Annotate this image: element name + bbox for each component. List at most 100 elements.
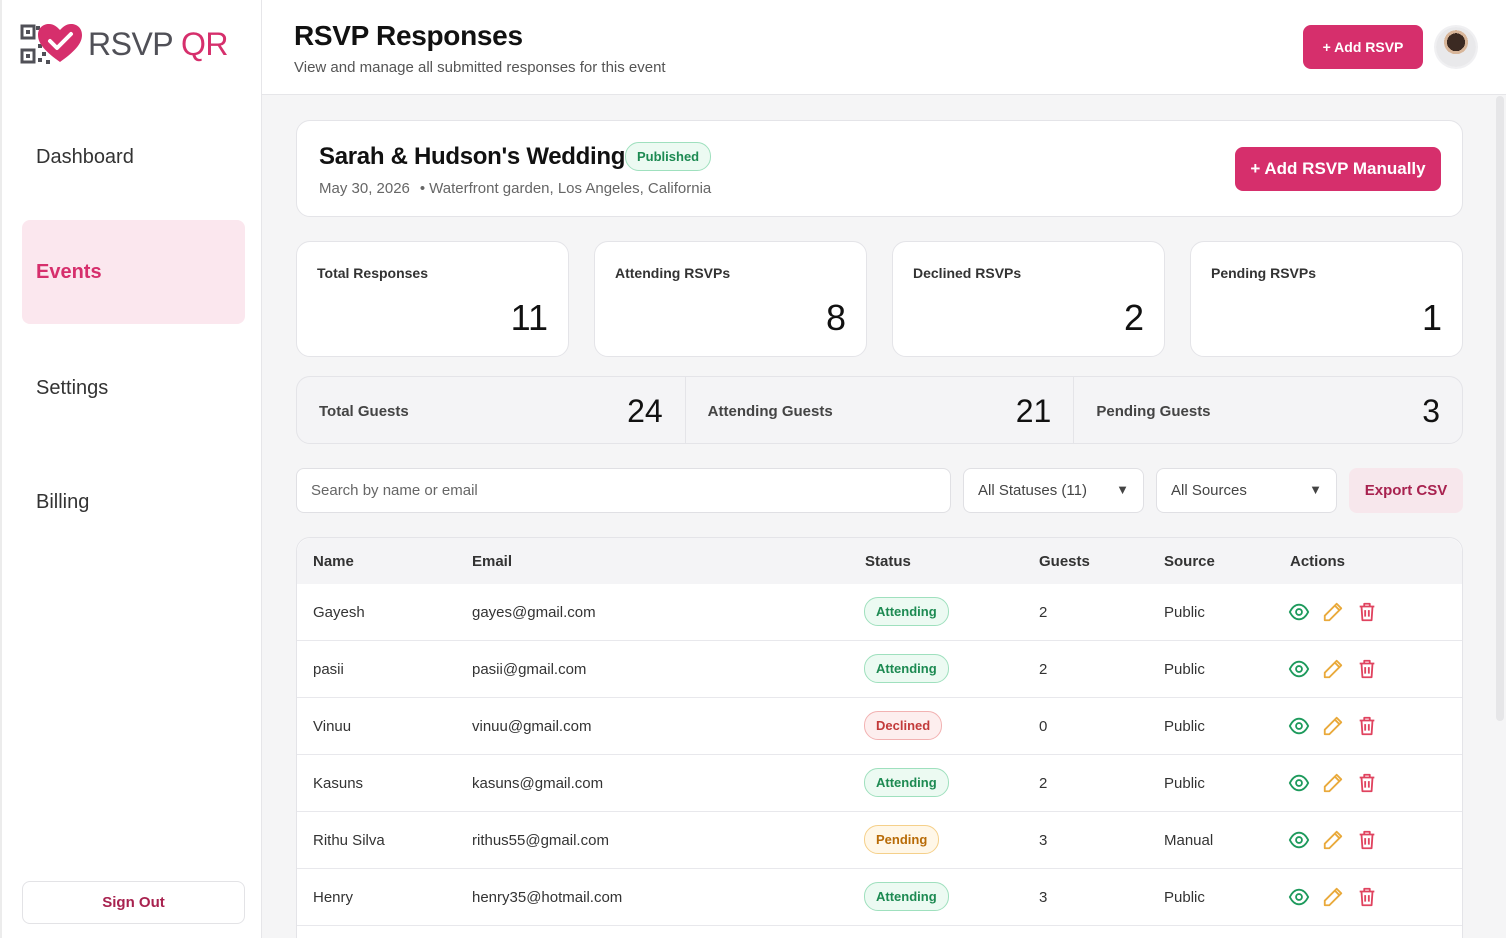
view-eye-icon[interactable]: [1288, 601, 1310, 623]
view-eye-icon[interactable]: [1288, 829, 1310, 851]
delete-trash-icon[interactable]: [1356, 772, 1378, 794]
delete-trash-icon[interactable]: [1356, 715, 1378, 737]
add-rsvp-button[interactable]: + Add RSVP: [1303, 25, 1423, 69]
edit-pencil-icon[interactable]: [1322, 829, 1344, 851]
view-eye-icon[interactable]: [1288, 772, 1310, 794]
table-row[interactable]: pasii pasii@gmail.com Attending 2 Public: [297, 641, 1462, 698]
column-header-name[interactable]: Name: [313, 553, 354, 570]
view-eye-icon[interactable]: [1288, 658, 1310, 680]
status-badge: Attending: [864, 768, 949, 797]
guests-pending: Pending Guests 3: [1074, 377, 1462, 443]
event-card: Sarah & Hudson's Wedding Published May 3…: [296, 120, 1463, 217]
table-header: Name Email Status Guests Source Actions: [297, 538, 1462, 584]
sidebar-item-settings[interactable]: Settings: [22, 336, 245, 440]
event-date: May 30, 2026: [319, 180, 410, 197]
cell-email: vinuu@gmail.com: [472, 718, 592, 735]
avatar[interactable]: [1436, 27, 1476, 67]
stat-value: 2: [1123, 297, 1144, 338]
chevron-down-icon: ▼: [1116, 482, 1129, 497]
sidebar-item-dashboard[interactable]: Dashboard: [22, 105, 245, 209]
edit-pencil-icon[interactable]: [1322, 658, 1344, 680]
column-header-guests[interactable]: Guests: [1039, 553, 1090, 570]
page-title: RSVP Responses: [294, 20, 523, 51]
cell-name: Kasuns: [313, 775, 364, 792]
status-badge: Attending: [864, 882, 949, 911]
sidebar-item-label: Settings: [36, 376, 109, 399]
edit-pencil-icon[interactable]: [1322, 601, 1344, 623]
guests-label: Pending Guests: [1096, 403, 1211, 420]
delete-trash-icon[interactable]: [1356, 601, 1378, 623]
source-filter-value: All Sources: [1171, 482, 1247, 499]
event-meta: May 30, 2026 • Waterfront garden, Los Ange…: [319, 180, 711, 197]
stat-card-declined-rsvps: Declined RSVPs 2: [892, 241, 1165, 357]
view-eye-icon[interactable]: [1288, 715, 1310, 737]
column-header-status[interactable]: Status: [865, 553, 911, 570]
search-input[interactable]: [296, 468, 951, 513]
edit-pencil-icon[interactable]: [1322, 772, 1344, 794]
guests-summary: Total Guests 24 Attending Guests 21 Pend…: [296, 376, 1463, 444]
delete-trash-icon[interactable]: [1356, 886, 1378, 908]
sidebar-item-label: Events: [36, 260, 102, 283]
brand-name: RSVP QR: [88, 26, 228, 63]
cell-email: henry35@hotmail.com: [472, 889, 623, 906]
source-filter-select[interactable]: All Sources ▼: [1156, 468, 1337, 513]
cell-name: Henry: [313, 889, 354, 906]
cell-email: kasuns@gmail.com: [472, 775, 604, 792]
status-badge: Declined: [864, 711, 943, 740]
cell-email: rithus55@gmail.com: [472, 832, 609, 849]
delete-trash-icon[interactable]: [1356, 829, 1378, 851]
table-row[interactable]: Henry henry35@hotmail.com Attending 3 Public: [297, 869, 1462, 926]
table-row[interactable]: Vinuu vinuu@gmail.com Declined 0 Public: [297, 698, 1462, 755]
page-scrollbar[interactable]: [1496, 96, 1504, 721]
edit-pencil-icon[interactable]: [1322, 886, 1344, 908]
guests-attending: Attending Guests 21: [686, 377, 1075, 443]
cell-guests: 2: [1039, 775, 1048, 792]
stat-label: Pending RSVPs: [1211, 265, 1317, 281]
guests-total: Total Guests 24: [297, 377, 686, 443]
cell-source: Manual: [1164, 832, 1214, 849]
edit-pencil-icon[interactable]: [1322, 715, 1344, 737]
view-eye-icon[interactable]: [1288, 886, 1310, 908]
sidebar-item-label: Dashboard: [36, 145, 134, 168]
table-row[interactable]: Gayesh gayes@gmail.com Attending 2 Public: [297, 584, 1462, 641]
page-header: RSVP Responses View and manage all submi…: [262, 0, 1506, 95]
table-row[interactable]: Kasuns kasuns@gmail.com Attending 2 Public: [297, 755, 1462, 812]
status-badge: Pending: [864, 825, 940, 854]
cell-source: Public: [1164, 718, 1205, 735]
cell-source: Public: [1164, 604, 1205, 621]
brand-name-part1: RSVP: [88, 25, 173, 62]
separator-dot: •: [419, 180, 426, 197]
cell-name: pasii: [313, 661, 344, 678]
cell-guests: 3: [1039, 832, 1048, 849]
stat-label: Declined RSVPs: [913, 265, 1022, 281]
stat-value: 8: [825, 297, 846, 338]
cell-name: Rithu Silva: [313, 832, 385, 849]
cell-source: Public: [1164, 889, 1205, 906]
table-row[interactable]: Rithu Silva rithus55@gmail.com Pending 3 Man…: [297, 812, 1462, 869]
brand-logo[interactable]: RSVP QR: [20, 22, 228, 66]
brand-name-part2: QR: [180, 25, 229, 62]
status-filter-select[interactable]: All Statuses (11) ▼: [963, 468, 1144, 513]
cell-name: Vinuu: [313, 718, 352, 735]
add-rsvp-manually-button[interactable]: + Add RSVP Manually: [1235, 147, 1441, 191]
delete-trash-icon[interactable]: [1356, 658, 1378, 680]
status-badge: Attending: [864, 654, 949, 683]
cell-guests: 3: [1039, 889, 1048, 906]
event-name: Sarah & Hudson's Wedding: [319, 143, 626, 170]
stat-label: Attending RSVPs: [615, 265, 731, 281]
column-header-email[interactable]: Email: [472, 553, 512, 570]
guests-value: 24: [627, 393, 663, 429]
sign-out-button[interactable]: Sign Out: [22, 881, 245, 924]
column-header-source[interactable]: Source: [1164, 553, 1215, 570]
cell-name: Gayesh: [313, 604, 365, 621]
status-badge: Attending: [864, 597, 949, 626]
guests-value: 21: [1015, 393, 1052, 429]
cell-guests: 2: [1039, 604, 1048, 621]
stat-card-pending-rsvps: Pending RSVPs 1: [1190, 241, 1463, 357]
sidebar-item-billing[interactable]: Billing: [22, 450, 245, 554]
stat-label: Total Responses: [317, 265, 428, 281]
cell-source: Public: [1164, 775, 1205, 792]
status-filter-value: All Statuses (11): [978, 482, 1087, 499]
export-csv-button[interactable]: Export CSV: [1349, 468, 1463, 513]
sidebar-item-events[interactable]: Events: [22, 220, 245, 324]
